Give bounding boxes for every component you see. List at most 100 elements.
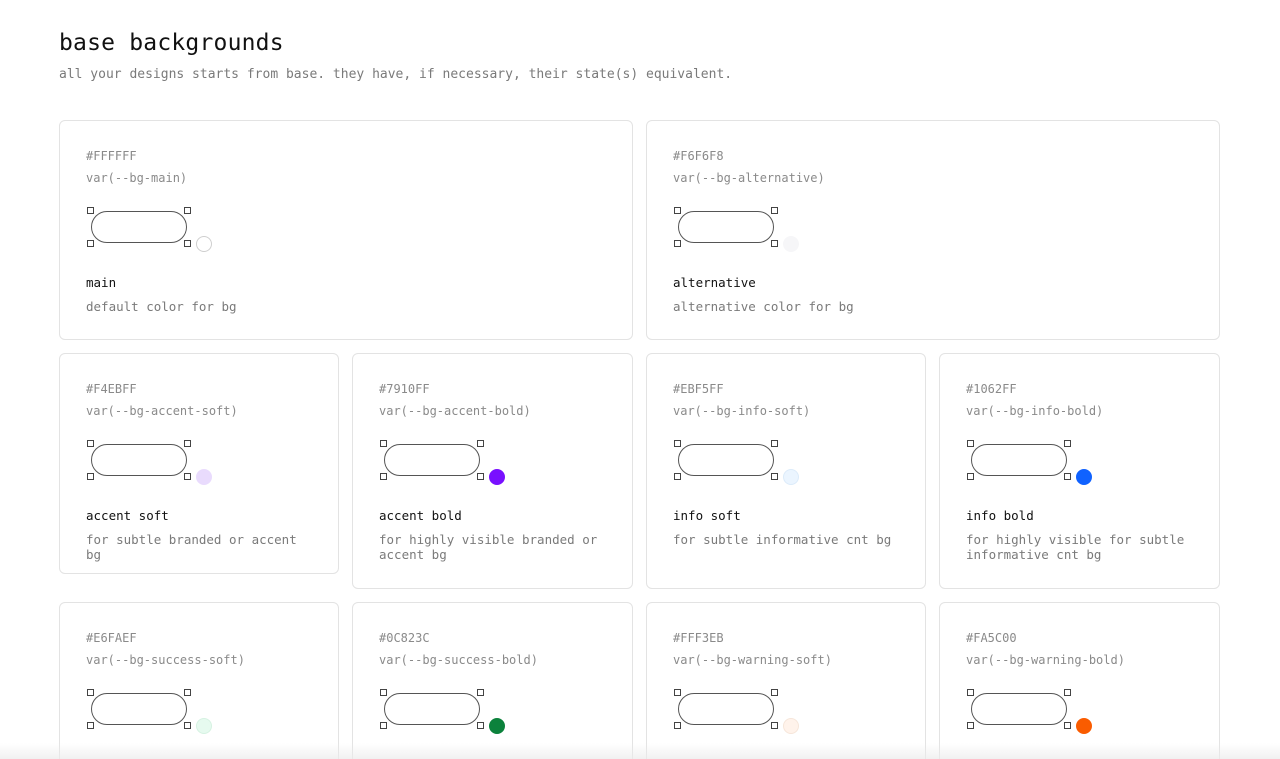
resize-handle-icon: [771, 240, 778, 247]
pill-shape-icon: [678, 444, 774, 476]
shape-preview: [674, 689, 778, 729]
color-card-warning-bold: #FA5C00 var(--bg-warning-bold): [939, 602, 1220, 759]
pill-shape-icon: [384, 444, 480, 476]
page-subtitle: all your designs starts from base. they …: [59, 67, 733, 82]
resize-handle-icon: [380, 689, 387, 696]
resize-handle-icon: [674, 207, 681, 214]
color-card-success-soft: #E6FAEF var(--bg-success-soft): [59, 602, 339, 759]
resize-handle-icon: [380, 473, 387, 480]
resize-handle-icon: [771, 440, 778, 447]
pill-shape-icon: [678, 693, 774, 725]
color-hex: #F6F6F8: [673, 149, 724, 163]
resize-handle-icon: [477, 722, 484, 729]
color-description: for subtle branded or accent bg: [86, 532, 297, 562]
color-swatch: [196, 236, 212, 252]
pill-shape-icon: [91, 211, 187, 243]
color-swatch: [783, 236, 799, 252]
resize-handle-icon: [1064, 473, 1071, 480]
color-hex: #7910FF: [379, 382, 430, 396]
color-variable: var(--bg-accent-soft): [86, 404, 238, 418]
shape-preview: [674, 440, 778, 480]
color-name: accent soft: [86, 508, 169, 523]
resize-handle-icon: [87, 722, 94, 729]
color-name: accent bold: [379, 508, 462, 523]
color-card-success-bold: #0C823C var(--bg-success-bold): [352, 602, 633, 759]
color-card-accent-bold: #7910FF var(--bg-accent-bold) accent bol…: [352, 353, 633, 589]
color-description: for highly visible branded or accent bg: [379, 532, 598, 562]
color-swatch: [489, 469, 505, 485]
color-description: for highly visible for subtle informativ…: [966, 532, 1185, 562]
color-variable: var(--bg-success-soft): [86, 653, 245, 667]
color-hex: #EBF5FF: [673, 382, 724, 396]
color-description: for subtle informative cnt bg: [673, 532, 892, 547]
pill-shape-icon: [384, 693, 480, 725]
color-hex: #E6FAEF: [86, 631, 137, 645]
shape-preview: [87, 207, 191, 247]
color-swatch: [196, 718, 212, 734]
color-swatch: [783, 469, 799, 485]
resize-handle-icon: [967, 689, 974, 696]
resize-handle-icon: [477, 440, 484, 447]
resize-handle-icon: [967, 722, 974, 729]
color-card-main: #FFFFFF var(--bg-main) main default colo…: [59, 120, 633, 340]
resize-handle-icon: [184, 722, 191, 729]
color-hex: #FFF3EB: [673, 631, 724, 645]
resize-handle-icon: [771, 722, 778, 729]
color-description: default color for bg: [86, 299, 237, 314]
pill-shape-icon: [91, 693, 187, 725]
resize-handle-icon: [967, 473, 974, 480]
color-variable: var(--bg-warning-bold): [966, 653, 1125, 667]
color-variable: var(--bg-success-bold): [379, 653, 538, 667]
resize-handle-icon: [674, 240, 681, 247]
color-variable: var(--bg-info-soft): [673, 404, 811, 418]
shape-preview: [87, 440, 191, 480]
resize-handle-icon: [967, 440, 974, 447]
color-swatch: [1076, 718, 1092, 734]
page-title: base backgrounds: [59, 30, 284, 56]
color-swatch: [783, 718, 799, 734]
color-card-info-soft: #EBF5FF var(--bg-info-soft) info soft fo…: [646, 353, 926, 589]
shape-preview: [967, 689, 1071, 729]
color-card-alternative: #F6F6F8 var(--bg-alternative) alternativ…: [646, 120, 1220, 340]
resize-handle-icon: [477, 473, 484, 480]
pill-shape-icon: [678, 211, 774, 243]
color-swatch: [489, 718, 505, 734]
resize-handle-icon: [184, 440, 191, 447]
resize-handle-icon: [771, 207, 778, 214]
resize-handle-icon: [1064, 440, 1071, 447]
shape-preview: [967, 440, 1071, 480]
resize-handle-icon: [771, 473, 778, 480]
color-swatch: [196, 469, 212, 485]
resize-handle-icon: [477, 689, 484, 696]
pill-shape-icon: [91, 444, 187, 476]
shape-preview: [87, 689, 191, 729]
resize-handle-icon: [87, 240, 94, 247]
page: base backgrounds all your designs starts…: [0, 0, 1280, 759]
resize-handle-icon: [184, 207, 191, 214]
color-card-accent-soft: #F4EBFF var(--bg-accent-soft) accent sof…: [59, 353, 339, 574]
resize-handle-icon: [87, 473, 94, 480]
color-name: info soft: [673, 508, 741, 523]
shape-preview: [674, 207, 778, 247]
color-hex: #F4EBFF: [86, 382, 137, 396]
color-name: main: [86, 275, 117, 290]
color-card-warning-soft: #FFF3EB var(--bg-warning-soft): [646, 602, 926, 759]
color-card-info-bold: #1062FF var(--bg-info-bold) info bold fo…: [939, 353, 1220, 589]
color-variable: var(--bg-info-bold): [966, 404, 1104, 418]
color-name: info bold: [966, 508, 1034, 523]
resize-handle-icon: [674, 722, 681, 729]
color-variable: var(--bg-alternative): [673, 171, 825, 185]
pill-shape-icon: [971, 693, 1067, 725]
color-hex: #1062FF: [966, 382, 1017, 396]
resize-handle-icon: [674, 440, 681, 447]
color-variable: var(--bg-accent-bold): [379, 404, 531, 418]
resize-handle-icon: [1064, 722, 1071, 729]
resize-handle-icon: [771, 689, 778, 696]
color-variable: var(--bg-main): [86, 171, 188, 185]
pill-shape-icon: [971, 444, 1067, 476]
color-hex: #FA5C00: [966, 631, 1017, 645]
color-description: alternative color for bg: [673, 299, 854, 314]
resize-handle-icon: [87, 207, 94, 214]
resize-handle-icon: [380, 440, 387, 447]
resize-handle-icon: [184, 689, 191, 696]
